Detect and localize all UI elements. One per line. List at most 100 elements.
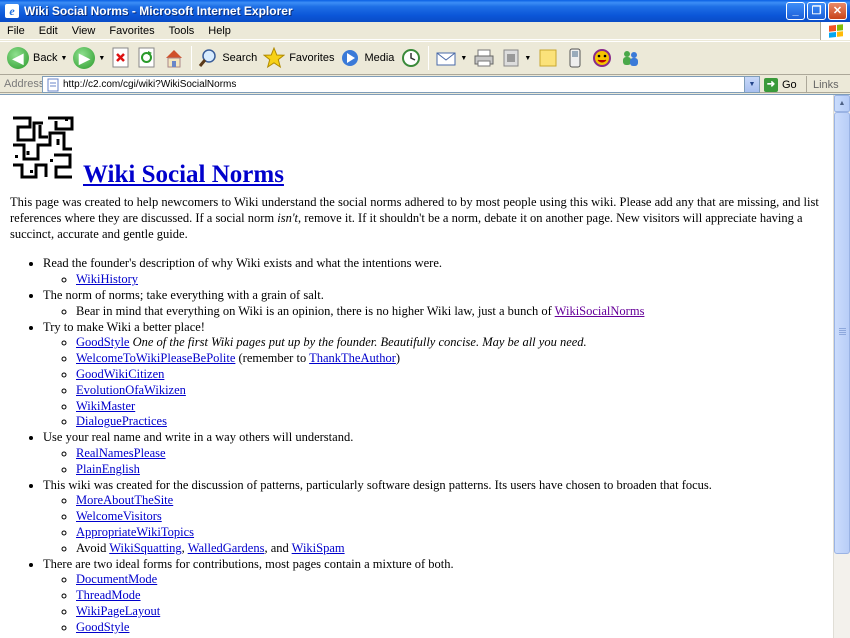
link-wiki-spam[interactable]: WikiSpam (292, 541, 345, 555)
mail-button[interactable]: ▼ (432, 44, 470, 72)
sub-list-item: ThreadMode (76, 588, 823, 604)
link-document-mode[interactable]: DocumentMode (76, 572, 157, 586)
back-dropdown-icon[interactable]: ▼ (60, 55, 67, 62)
phone-icon (569, 48, 581, 68)
link-welcome-visitors[interactable]: WelcomeVisitors (76, 509, 162, 523)
sub-list-item: WikiPageLayout (76, 604, 823, 620)
yahoo-messenger-icon (593, 49, 612, 67)
link-welcome-polite[interactable]: WelcomeToWikiPleaseBePolite (76, 351, 235, 365)
refresh-button[interactable] (134, 44, 160, 72)
links-button[interactable]: Links (806, 76, 839, 93)
page-title[interactable]: Wiki Social Norms (83, 162, 284, 187)
media-icon (342, 50, 359, 66)
link-evolution-of-a-wikizen[interactable]: EvolutionOfaWikizen (76, 383, 186, 397)
avoid-text: Avoid (76, 540, 110, 555)
edit-page-icon (503, 49, 519, 67)
link-plain-english[interactable]: PlainEnglish (76, 462, 140, 476)
menu-edit[interactable]: Edit (32, 25, 65, 37)
address-input[interactable]: http://c2.com/cgi/wiki?WikiSocialNorms ▼ (42, 76, 760, 93)
media-label: Media (364, 52, 395, 64)
address-url: http://c2.com/cgi/wiki?WikiSocialNorms (63, 79, 237, 90)
mail-icon (436, 52, 456, 66)
history-button[interactable] (397, 44, 425, 72)
edit-dropdown-icon[interactable]: ▼ (524, 55, 531, 62)
favorites-star-icon (263, 47, 286, 69)
intro-paragraph: This page was created to help newcomers … (10, 195, 823, 242)
link-thread-mode[interactable]: ThreadMode (76, 588, 141, 602)
maximize-button[interactable]: ❐ (807, 2, 826, 20)
scroll-up-icon[interactable]: ▲ (834, 95, 850, 112)
welcome-note-close: ) (395, 351, 401, 366)
scrollbar-thumb[interactable] (834, 112, 850, 554)
window-title: Wiki Social Norms - Microsoft Internet E… (24, 4, 293, 18)
stop-button[interactable] (108, 44, 134, 72)
back-label: Back (33, 52, 58, 64)
research-button[interactable] (562, 44, 588, 72)
address-bar: Address http://c2.com/cgi/wiki?WikiSocia… (0, 76, 850, 93)
close-button[interactable]: ✕ (828, 2, 847, 20)
address-dropdown-icon[interactable]: ▼ (744, 77, 759, 92)
scrollbar-grip-icon (839, 328, 846, 336)
link-dialogue-practices[interactable]: DialoguePractices (76, 414, 167, 428)
minimize-button[interactable]: _ (786, 2, 805, 20)
edit-button[interactable]: ▼ (498, 44, 534, 72)
favorites-label: Favorites (289, 52, 335, 64)
menu-file[interactable]: File (0, 25, 32, 37)
back-button[interactable]: ◀ Back ▼ (4, 44, 70, 72)
sub-list-item: GoodWikiCitizen (76, 367, 823, 383)
media-button[interactable]: Media (337, 44, 397, 72)
link-wiki-master[interactable]: WikiMaster (76, 399, 135, 413)
list-item-text: The norm of norms; take everything with … (43, 287, 324, 302)
messenger-button[interactable] (616, 44, 644, 72)
window-title-bar[interactable]: e Wiki Social Norms - Microsoft Internet… (0, 0, 850, 22)
messenger-buddies-icon (623, 51, 639, 66)
home-button[interactable] (160, 44, 188, 72)
print-button[interactable] (470, 44, 498, 72)
mail-dropdown-icon[interactable]: ▼ (460, 55, 467, 62)
link-thank-the-author[interactable]: ThankTheAuthor (309, 351, 396, 365)
link-more-about-the-site[interactable]: MoreAboutTheSite (76, 493, 173, 507)
link-wiki-history[interactable]: WikiHistory (76, 272, 138, 286)
sub-list-item: WikiMaster (76, 399, 823, 415)
windows-logo-icon (820, 22, 850, 40)
norms-list: Read the founder's description of why Wi… (10, 256, 823, 635)
list-item: The norm of norms; take everything with … (43, 288, 823, 320)
sub-list-item: AppropriateWikiTopics (76, 525, 823, 541)
yahoo-messenger-button[interactable] (588, 44, 616, 72)
link-wiki-page-layout[interactable]: WikiPageLayout (76, 604, 160, 618)
menu-tools[interactable]: Tools (162, 25, 202, 37)
search-button[interactable]: Search (195, 44, 260, 72)
favorites-button[interactable]: Favorites (260, 44, 337, 72)
list-item-text: Read the founder's description of why Wi… (43, 256, 442, 271)
link-good-style-2[interactable]: GoodStyle (76, 620, 129, 634)
link-good-wiki-citizen[interactable]: GoodWikiCitizen (76, 367, 164, 381)
link-wiki-squatting[interactable]: WikiSquatting (109, 541, 181, 555)
ie-icon: e (5, 4, 19, 18)
link-appropriate-wiki-topics[interactable]: AppropriateWikiTopics (76, 525, 194, 539)
list-item-text: This wiki was created for the discussion… (43, 477, 712, 492)
go-button[interactable]: ➜ Go (764, 76, 797, 93)
menu-view[interactable]: View (65, 25, 103, 37)
back-arrow-icon: ◀ (7, 47, 29, 69)
sub-list-item: Bear in mind that everything on Wiki is … (76, 304, 823, 320)
link-walled-gardens[interactable]: WalledGardens (188, 541, 265, 555)
forward-button[interactable]: ▶ ▼ (70, 44, 108, 72)
home-icon (166, 50, 183, 68)
welcome-note: (remember to (235, 351, 310, 366)
sub-list-item: PlainEnglish (76, 462, 823, 478)
menu-help[interactable]: Help (201, 25, 238, 37)
print-icon (474, 49, 494, 67)
link-good-style[interactable]: GoodStyle (76, 335, 129, 349)
discuss-button[interactable] (534, 44, 562, 72)
vertical-scrollbar[interactable]: ▲ (833, 95, 850, 638)
search-icon (199, 49, 217, 67)
link-real-names-please[interactable]: RealNamesPlease (76, 446, 166, 460)
forward-arrow-icon: ▶ (73, 47, 96, 69)
link-wiki-social-norms[interactable]: WikiSocialNorms (555, 304, 645, 318)
page-header: Wiki Social Norms (10, 105, 823, 187)
forward-dropdown-icon[interactable]: ▼ (98, 55, 105, 62)
list-item-text: Use your real name and write in a way ot… (43, 430, 354, 445)
wiki-logo-icon[interactable] (10, 115, 76, 181)
history-icon (402, 49, 421, 67)
menu-favorites[interactable]: Favorites (102, 25, 161, 37)
